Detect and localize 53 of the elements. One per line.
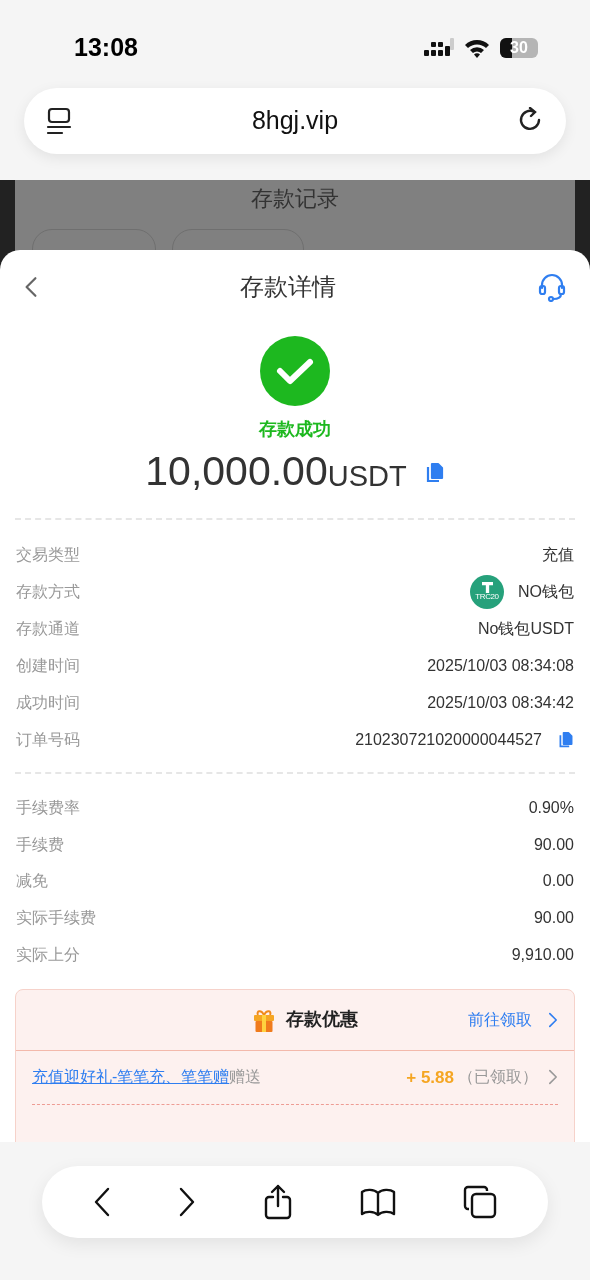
detail-value: 充值 (542, 544, 574, 565)
detail-label: 交易类型 (16, 544, 80, 565)
status-time: 13:08 (74, 32, 138, 64)
tabs-icon[interactable] (462, 1185, 497, 1219)
detail-label: 成功时间 (16, 692, 80, 713)
promo-link[interactable]: 充值迎好礼-笔笔充、笔笔赠 (32, 1065, 230, 1090)
detail-label: 订单号码 (16, 729, 80, 750)
tether-icon (481, 582, 493, 593)
fee-value: 90.00 (533, 834, 574, 855)
gift-icon (252, 1007, 276, 1032)
fee-label: 实际手续费 (16, 908, 96, 929)
detail-value: NO钱包 (518, 581, 574, 602)
fee-value: 9,910.00 (511, 944, 574, 965)
sheet-title: 存款详情 (240, 272, 336, 302)
back-icon[interactable] (93, 1187, 112, 1217)
success-icon (260, 336, 330, 406)
detail-label: 存款方式 (16, 581, 80, 602)
page-title: 存款记录 (251, 185, 339, 213)
chevron-icon (548, 1011, 558, 1028)
claim-status: （已领取） (458, 1067, 538, 1088)
detail-value: No钱包USDT (478, 618, 574, 639)
fee-label: 实际上分 (16, 944, 80, 965)
detail-value: 210230721020000044527 (355, 729, 542, 750)
detail-label: 存款通道 (16, 618, 80, 639)
promo-title: 存款优惠 (286, 1008, 358, 1032)
fee-label: 减免 (16, 871, 48, 892)
badge-text: TRC20 (475, 593, 499, 601)
address-bar[interactable]: 8hgj.vip (24, 88, 566, 154)
bookmarks-icon[interactable] (359, 1187, 396, 1217)
signal-icon (424, 38, 454, 58)
share-icon[interactable] (263, 1184, 293, 1220)
currency-text: USDT (327, 462, 407, 491)
detail-label: 创建时间 (16, 655, 80, 676)
copy-icon[interactable] (424, 462, 445, 484)
chevron-icon (548, 1069, 558, 1086)
status-text: 存款成功 (259, 418, 331, 441)
forward-icon[interactable] (178, 1187, 197, 1217)
amount-text: 10,000.00 (145, 451, 328, 492)
bonus-amount: + 5.88 (406, 1066, 454, 1089)
headset-icon[interactable] (538, 272, 566, 302)
fee-value: 0.90% (528, 798, 574, 819)
wifi-icon (464, 38, 490, 58)
detail-value: 2025/10/03 08:34:42 (427, 692, 574, 713)
fee-label: 手续费 (16, 834, 64, 855)
fee-value: 90.00 (533, 908, 574, 929)
copy-icon[interactable] (558, 730, 574, 749)
promo-suffix: 赠送 (229, 1067, 262, 1088)
detail-value: 2025/10/03 08:34:08 (427, 655, 574, 676)
url-text: 8hgj.vip (251, 105, 339, 137)
page-menu-icon[interactable] (46, 107, 72, 135)
fee-label: 手续费率 (16, 798, 80, 819)
fee-value: 0.00 (542, 871, 574, 892)
claim-link[interactable]: 前往领取 (468, 1007, 558, 1032)
